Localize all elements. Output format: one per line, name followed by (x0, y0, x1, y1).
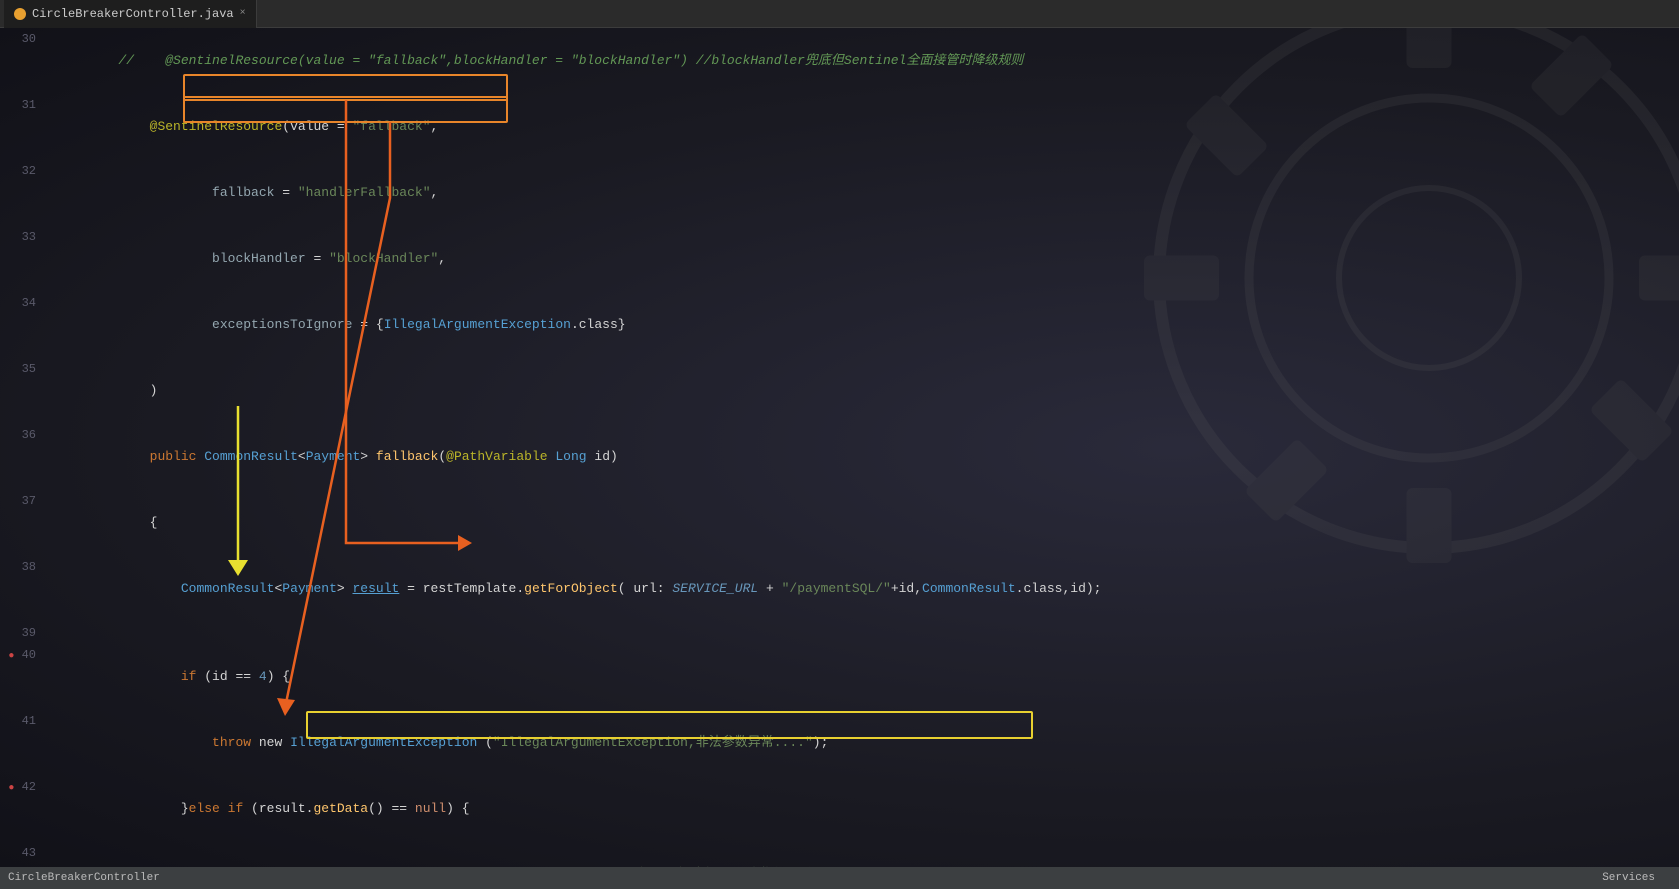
tab-close[interactable]: × (240, 8, 246, 19)
code-line-36: 36 public CommonResult<Payment> fallback… (0, 424, 1679, 490)
code-line-40: ● 40 if (id == 4) { (0, 644, 1679, 710)
tab-title: CircleBreakerController.java (32, 7, 234, 21)
breakpoint-icon-42: ● (8, 783, 14, 794)
code-line-30: 30 // @SentinelResource(value = "fallbac… (0, 28, 1679, 94)
code-line-41: 41 throw new IllegalArgumentException ("… (0, 710, 1679, 776)
status-controller: CircleBreakerController (8, 872, 160, 884)
code-line-42: ● 42 }else if (result.getData() == null)… (0, 776, 1679, 842)
code-line-32: 32 fallback = "handlerFallback", (0, 160, 1679, 226)
code-line-38: 38 CommonResult<Payment> result = restTe… (0, 556, 1679, 622)
status-services: Services (1602, 872, 1655, 884)
file-tab[interactable]: CircleBreakerController.java × (4, 0, 257, 28)
code-line-39: 39 (0, 622, 1679, 644)
code-line-33: 33 blockHandler = "blockHandler", (0, 226, 1679, 292)
tab-bar: CircleBreakerController.java × (0, 0, 1679, 28)
editor: 30 // @SentinelResource(value = "fallbac… (0, 28, 1679, 867)
code-container: 30 // @SentinelResource(value = "fallbac… (0, 28, 1679, 867)
status-bar: CircleBreakerController Services (0, 867, 1679, 889)
breakpoint-icon-40: ● (8, 651, 14, 662)
code-line-37: 37 { (0, 490, 1679, 556)
java-icon (14, 8, 26, 20)
code-line-34: 34 exceptionsToIgnore = {IllegalArgument… (0, 292, 1679, 358)
code-line-35: 35 ) (0, 358, 1679, 424)
code-line-43: 43 throw new NullPointerException ("Null… (0, 842, 1679, 867)
code-line-31: 31 @SentinelResource(value = "fallback", (0, 94, 1679, 160)
